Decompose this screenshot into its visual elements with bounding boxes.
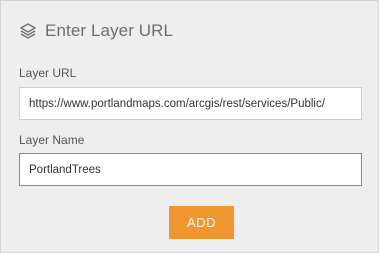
add-button[interactable]: ADD [169,206,234,239]
enter-layer-url-panel: Enter Layer URL Layer URL Layer Name ADD [0,0,379,253]
layers-icon [19,22,37,40]
layer-name-label: Layer Name [19,133,85,147]
page-title: Enter Layer URL [45,21,174,40]
layer-url-label: Layer URL [19,66,77,80]
layer-name-input[interactable] [19,153,362,186]
panel-header: Enter Layer URL [19,20,173,42]
layer-url-input[interactable] [19,87,362,120]
